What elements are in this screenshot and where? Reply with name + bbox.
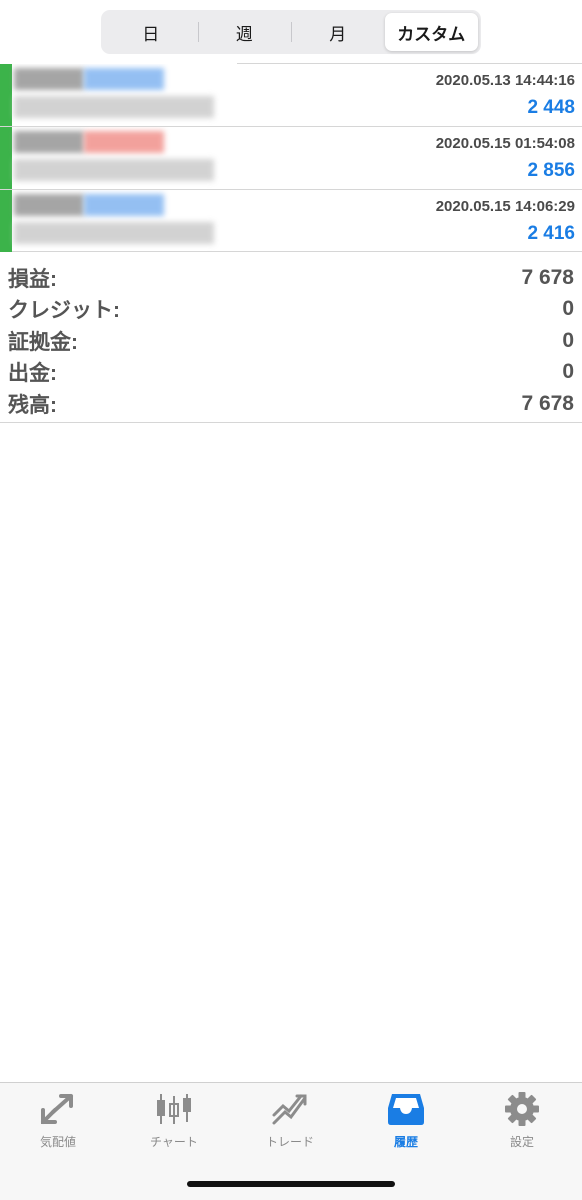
home-indicator xyxy=(187,1181,395,1187)
withdrawal-value: 0 xyxy=(562,360,574,384)
redacted-symbol-info xyxy=(0,64,240,126)
profit-label: 損益: xyxy=(8,267,57,291)
margin-label: 証拠金: xyxy=(8,330,78,354)
tab-quotes[interactable]: 気配値 xyxy=(0,1091,116,1151)
tab-quotes-label: 気配値 xyxy=(39,1135,76,1149)
settings-icon xyxy=(502,1091,542,1127)
tab-chart-label: チャート xyxy=(150,1135,198,1149)
credit-label: クレジット: xyxy=(8,299,120,323)
withdrawal-label: 出金: xyxy=(8,362,57,386)
quotes-icon xyxy=(38,1091,78,1127)
balance-value: 7 678 xyxy=(521,391,574,415)
credit-value: 0 xyxy=(562,297,574,321)
summary-withdrawal-row: 出金: 0 xyxy=(0,357,582,389)
tab-history-label: 履歴 xyxy=(393,1135,418,1149)
redacted-symbol-info xyxy=(0,127,240,189)
segment-week[interactable]: 週 xyxy=(197,13,292,51)
profit-value: 7 678 xyxy=(521,265,574,289)
period-segmented-control: 日 週 月 カスタム xyxy=(101,10,481,54)
tab-history[interactable]: 履歴 xyxy=(348,1091,464,1151)
deal-row[interactable]: 2020.05.15 14:06:29 2 416 xyxy=(0,189,582,252)
margin-value: 0 xyxy=(562,328,574,352)
summary-balance-row: 残高: 7 678 xyxy=(0,388,582,420)
summary-profit-row: 損益: 7 678 xyxy=(0,262,582,294)
account-summary: 損益: 7 678 クレジット: 0 証拠金: 0 出金: 0 残高: 7 67… xyxy=(0,262,582,420)
balance-label: 残高: xyxy=(8,393,57,417)
deal-time: 2020.05.15 01:54:08 xyxy=(435,135,575,152)
segment-month[interactable]: 月 xyxy=(291,13,385,51)
deal-time: 2020.05.13 14:44:16 xyxy=(435,72,575,89)
deal-row[interactable]: 2020.05.15 01:54:08 2 856 xyxy=(0,126,582,189)
redacted-symbol-info xyxy=(0,190,240,252)
deal-profit: 2 856 xyxy=(527,160,575,181)
deal-profit: 2 448 xyxy=(527,97,575,118)
deal-list: 2020.05.13 14:44:16 2 448 2020.05.15 01:… xyxy=(0,63,582,252)
tab-trade[interactable]: トレード xyxy=(232,1091,348,1151)
history-icon xyxy=(386,1091,426,1127)
deal-row[interactable]: 2020.05.13 14:44:16 2 448 xyxy=(0,63,582,126)
trade-icon xyxy=(270,1091,310,1127)
tab-trade-label: トレード xyxy=(265,1135,314,1149)
summary-divider xyxy=(0,422,582,423)
tab-settings-label: 設定 xyxy=(509,1135,534,1149)
tab-settings[interactable]: 設定 xyxy=(464,1091,580,1151)
tab-chart[interactable]: チャート xyxy=(116,1091,232,1151)
deal-profit: 2 416 xyxy=(527,223,575,244)
summary-credit-row: クレジット: 0 xyxy=(0,294,582,326)
chart-icon xyxy=(154,1091,194,1127)
summary-margin-row: 証拠金: 0 xyxy=(0,325,582,357)
deal-time: 2020.05.15 14:06:29 xyxy=(435,198,575,215)
segment-custom[interactable]: カスタム xyxy=(384,13,478,51)
segment-day[interactable]: 日 xyxy=(104,13,198,51)
